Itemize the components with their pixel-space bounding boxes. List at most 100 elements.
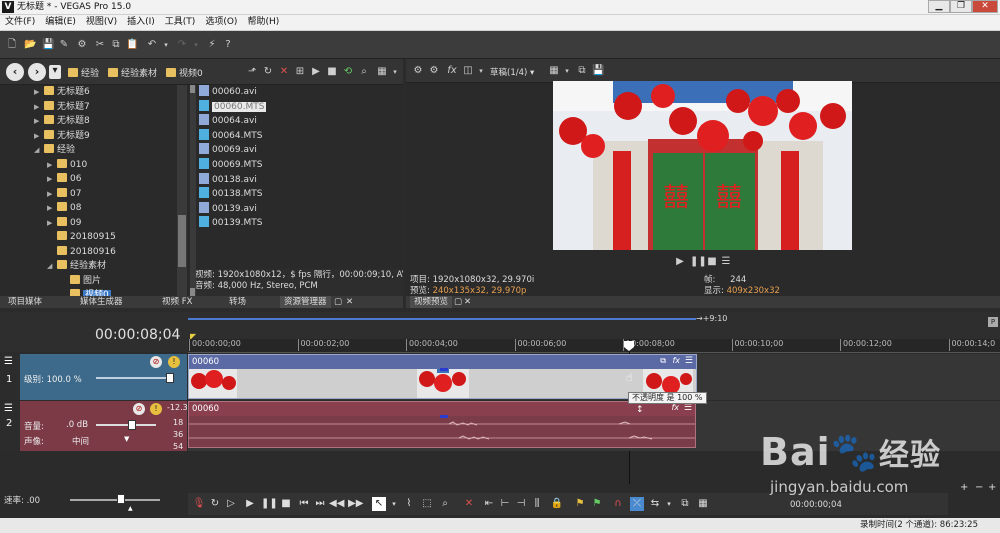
menu-view[interactable]: 视图(V) <box>81 15 122 30</box>
mute-icon[interactable]: ⊘ <box>150 356 162 368</box>
level-slider[interactable] <box>96 377 172 379</box>
prev-frame-icon[interactable]: ◀◀ <box>329 497 344 511</box>
solo-icon[interactable]: ! <box>150 403 162 415</box>
expander-icon[interactable]: ◢ <box>47 259 57 273</box>
video-fx-icon[interactable]: fx <box>446 65 458 77</box>
redo-dropdown-icon[interactable]: ▾ <box>190 39 202 51</box>
tree-item[interactable]: ◢ 经验 <box>34 143 75 157</box>
rate-slider[interactable] <box>70 499 160 501</box>
views-icon[interactable]: ▦ <box>376 66 388 78</box>
files-scroll-up-icon[interactable] <box>190 85 195 93</box>
loop-region-bar[interactable] <box>188 318 696 320</box>
search-icon[interactable]: ⌕ <box>358 66 370 78</box>
expander-icon[interactable]: ▶ <box>47 216 57 230</box>
expander-icon[interactable]: ◢ <box>34 143 44 157</box>
tree-item[interactable]: ▶ 无标题7 <box>34 100 90 114</box>
new-folder-icon[interactable]: ⊞ <box>294 66 306 78</box>
overlays-icon[interactable]: ▦ <box>548 65 560 77</box>
preview-pause-icon[interactable]: ❚❚ <box>690 256 707 268</box>
expander-icon[interactable]: ▶ <box>34 129 44 143</box>
tree-item[interactable]: ▶ 06 <box>47 172 81 186</box>
tree-item[interactable]: ▶ 07 <box>47 187 81 201</box>
refresh-icon[interactable]: ↻ <box>262 66 274 78</box>
split-dropdown-icon[interactable]: ▾ <box>475 65 487 77</box>
split-icon[interactable]: ⫼ <box>530 497 544 511</box>
preview-device-icon[interactable]: ⚙ <box>428 65 440 77</box>
tab-explorer[interactable]: 资源管理器 <box>280 296 331 308</box>
auto-preview-icon[interactable]: ⟲ <box>342 66 354 78</box>
play-from-start-icon[interactable]: ▷ <box>224 497 238 511</box>
pan-crop-icon[interactable]: ⧉ <box>660 356 666 366</box>
tab-transitions[interactable]: 转场 <box>229 296 246 308</box>
splitter[interactable] <box>190 85 196 297</box>
menu-edit[interactable]: 编辑(E) <box>40 15 81 30</box>
menu-help[interactable]: 帮助(H) <box>242 15 284 30</box>
menu-tools[interactable]: 工具(T) <box>160 15 201 30</box>
forward-icon[interactable]: › <box>28 63 46 81</box>
preview-menu-icon[interactable]: ☰ <box>720 256 732 268</box>
files-scroll-down-icon[interactable] <box>190 288 195 296</box>
paste-icon[interactable]: 📋 <box>126 39 138 51</box>
event-fx-icon[interactable]: fx <box>672 356 680 365</box>
rate-slider-thumb[interactable] <box>117 494 125 504</box>
undo-icon[interactable]: ↶ <box>146 39 158 51</box>
tab-close-icon[interactable]: ✕ <box>346 296 353 308</box>
envelope-tool-icon[interactable]: ⌇ <box>402 497 416 511</box>
audio-track-header[interactable]: ☰ 2 ⊘ ! -12.3 音量: .0 dB 声像: 中间 ▼ 18 36 5… <box>0 401 188 451</box>
delete-icon[interactable]: ✕ <box>278 66 290 78</box>
tab-project-media[interactable]: 项目媒体 <box>8 296 42 308</box>
auto-crossfade-icon[interactable]: ⤫ <box>630 497 644 511</box>
tab-close-icon[interactable]: ✕ <box>464 296 471 308</box>
maximize-button[interactable]: ❐ <box>950 0 972 13</box>
tree-item[interactable]: ▶ 010 <box>47 158 87 172</box>
breadcrumb-item[interactable]: 经验素材 <box>108 66 157 79</box>
new-icon[interactable]: 🗋 <box>6 39 18 51</box>
cut-icon[interactable]: ✂ <box>94 39 106 51</box>
solo-icon[interactable]: ! <box>168 356 180 368</box>
expander-icon[interactable]: ▶ <box>47 158 57 172</box>
menu-options[interactable]: 选项(O) <box>200 15 242 30</box>
minimize-button[interactable]: ▁ <box>928 0 950 13</box>
undo-dropdown-icon[interactable]: ▾ <box>160 39 172 51</box>
file-item[interactable]: 00069.MTS <box>199 158 262 172</box>
track-menu-icon[interactable]: ☰ <box>4 403 13 414</box>
go-to-start-icon[interactable]: ⏮ <box>297 497 311 511</box>
auto-ripple-icon[interactable]: ⇆ <box>648 497 662 511</box>
tree-item[interactable]: ▶ 无标题6 <box>34 85 90 99</box>
expander-icon[interactable]: ▶ <box>47 201 57 215</box>
tab-video-fx[interactable]: 视频 FX <box>162 296 192 308</box>
trim-start-icon[interactable]: ⊢ <box>498 497 512 511</box>
ignore-grouping-icon[interactable]: ▦ <box>696 497 710 511</box>
play-icon[interactable]: ▶ <box>243 497 257 511</box>
menu-file[interactable]: 文件(F) <box>0 15 40 30</box>
up-folder-icon[interactable]: ⬏ <box>246 66 258 78</box>
event-fx-icon[interactable]: fx <box>671 403 679 412</box>
tab-video-preview[interactable]: 视频预览 <box>410 296 453 308</box>
level-slider-thumb[interactable] <box>166 373 174 383</box>
preview-properties-icon[interactable]: ⚙ <box>412 65 424 77</box>
volume-slider[interactable] <box>96 424 156 426</box>
lock-envelopes-icon[interactable]: ⧉ <box>678 497 692 511</box>
tree-scrollbar[interactable] <box>177 85 187 297</box>
help-icon[interactable]: ? <box>222 39 234 51</box>
trim-icon[interactable]: ⇤ <box>482 497 496 511</box>
zoom-tool-icon[interactable]: ⌕ <box>438 497 452 511</box>
tree-item[interactable]: ◢ 经验素材 <box>47 259 106 273</box>
file-item[interactable]: 00060.MTS <box>199 99 267 114</box>
file-item[interactable]: 00064.avi <box>199 114 257 128</box>
expander-icon[interactable]: ▶ <box>34 114 44 128</box>
save-icon[interactable]: 💾 <box>42 39 54 51</box>
tree-item[interactable]: 20180916 <box>47 245 116 259</box>
file-item[interactable]: 00139.MTS <box>199 216 262 230</box>
file-item[interactable]: 00060.avi <box>199 85 257 99</box>
ripple-dropdown-icon[interactable]: ▾ <box>662 497 676 511</box>
expander-icon[interactable]: ▶ <box>47 187 57 201</box>
stop-icon[interactable]: ■ <box>279 497 293 511</box>
track-menu-icon[interactable]: ☰ <box>4 356 13 367</box>
tab-dock-icon[interactable]: ▢ <box>334 296 342 308</box>
pause-icon[interactable]: ❚❚ <box>261 497 278 511</box>
close-button[interactable]: ✕ <box>972 0 998 13</box>
history-dropdown-icon[interactable]: ▾ <box>49 65 61 79</box>
time-ruler[interactable]: 00:00:00;00 00:00:02;00 00:00:04;00 00:00:0… <box>188 339 1000 353</box>
record-icon[interactable]: 🎙 <box>192 497 206 511</box>
